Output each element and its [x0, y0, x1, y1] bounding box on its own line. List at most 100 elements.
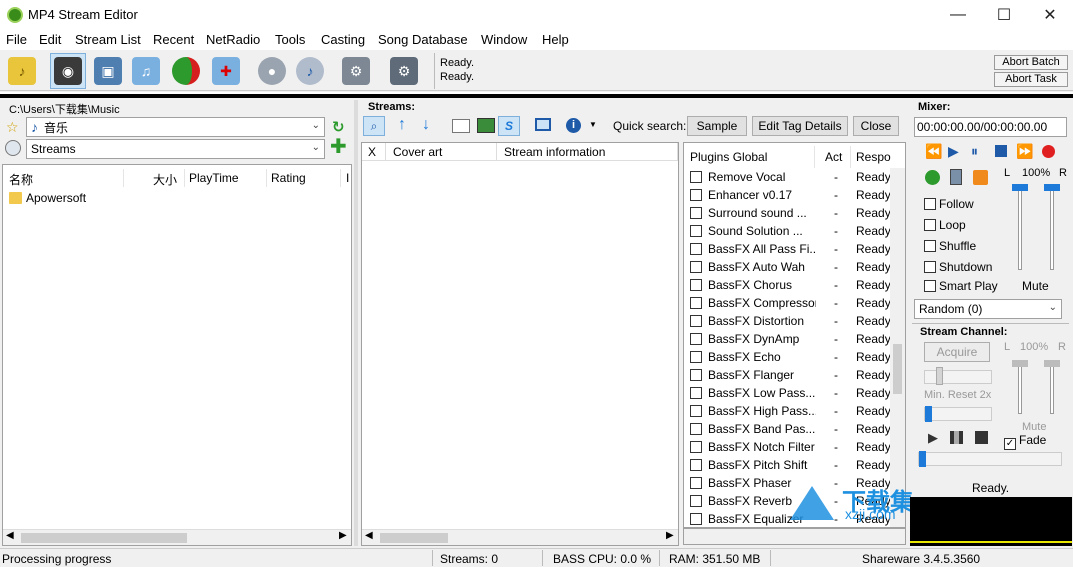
channel-progress-bar[interactable]	[918, 452, 1062, 466]
globe-icon[interactable]	[925, 170, 940, 185]
col-size[interactable]: 大小	[153, 171, 177, 188]
cd-music-button[interactable]: ♪	[292, 53, 328, 89]
scroll-left-icon[interactable]: ◀	[365, 530, 373, 541]
menu-stream-list[interactable]: Stream List	[75, 32, 141, 47]
plugin-checkbox[interactable]	[690, 261, 702, 273]
settings-button[interactable]: ⚙	[386, 53, 422, 89]
chart-button[interactable]	[168, 53, 204, 89]
channel-seek-thumb[interactable]	[925, 406, 932, 422]
abort-batch-button[interactable]: Abort Batch	[994, 55, 1068, 70]
sample-button[interactable]: Sample	[687, 116, 747, 136]
plugin-checkbox[interactable]	[690, 351, 702, 363]
menu-help[interactable]: Help	[542, 32, 569, 47]
image-icon[interactable]	[477, 118, 495, 133]
move-down-icon[interactable]: ↓	[422, 116, 430, 134]
pause-icon[interactable]: ⏸	[971, 143, 978, 160]
checkbox-box[interactable]	[924, 240, 936, 252]
plugin-row[interactable]: BassFX DynAmp - Ready	[684, 330, 890, 348]
mute-label[interactable]: Mute	[1022, 279, 1049, 293]
plugin-row[interactable]: BassFX All Pass Fi... - Ready	[684, 240, 890, 258]
menu-file[interactable]: File	[6, 32, 27, 47]
channel-slider-l-track[interactable]	[1018, 360, 1022, 414]
plugin-row[interactable]: BassFX Low Pass... - Ready	[684, 384, 890, 402]
plugin-checkbox[interactable]	[690, 279, 702, 291]
plugin-checkbox[interactable]	[690, 225, 702, 237]
col-x[interactable]: X	[362, 143, 386, 161]
fade-checkbox[interactable]: ✓ Fade	[1004, 433, 1046, 450]
speaker-button[interactable]: ◉	[50, 53, 86, 89]
plugin-row[interactable]: BassFX Flanger - Ready	[684, 366, 890, 384]
channel-slider-r-track[interactable]	[1050, 360, 1054, 414]
info-icon[interactable]: i	[566, 118, 581, 133]
channel-position-slider[interactable]	[924, 370, 992, 384]
col-act[interactable]: Act	[825, 150, 842, 164]
col-stream-information[interactable]: Stream information	[498, 143, 678, 161]
plugin-checkbox[interactable]	[690, 495, 702, 507]
channel-pause-icon[interactable]	[950, 431, 963, 444]
col-respo[interactable]: Respo	[856, 150, 891, 164]
channel-stop-icon[interactable]	[975, 431, 988, 444]
col-name[interactable]: 名称	[9, 171, 33, 188]
maximize-button[interactable]: ☐	[981, 0, 1027, 30]
music-docs-button[interactable]: ♫	[128, 53, 164, 89]
channel-progress-thumb[interactable]	[919, 451, 926, 467]
plugin-row[interactable]: BassFX Compressor - Ready	[684, 294, 890, 312]
plugin-row[interactable]: Sound Solution ... - Ready	[684, 222, 890, 240]
menu-window[interactable]: Window	[481, 32, 527, 47]
close-window-button[interactable]: ✕	[1027, 0, 1073, 30]
scheduler-button[interactable]: ⚙	[338, 53, 374, 89]
col-playtime[interactable]: PlayTime	[189, 171, 239, 185]
menu-casting[interactable]: Casting	[321, 32, 365, 47]
plugin-checkbox[interactable]	[690, 513, 702, 525]
volume-slider-l-track[interactable]	[1018, 184, 1022, 270]
plugin-row[interactable]: BassFX Notch Filter - Ready	[684, 438, 890, 456]
stream-s-button[interactable]: S	[498, 116, 520, 136]
checkbox-box[interactable]	[924, 280, 936, 292]
move-up-icon[interactable]: ↑	[398, 116, 406, 134]
rss-icon[interactable]	[973, 170, 988, 185]
disc-button[interactable]: ●	[254, 53, 290, 89]
delete-docs-button[interactable]: ✚	[208, 53, 244, 89]
channel-slider-r-thumb[interactable]	[1044, 360, 1060, 367]
menu-recent[interactable]: Recent	[153, 32, 194, 47]
channel-play-icon[interactable]: ▶	[928, 430, 938, 446]
plugin-row[interactable]: BassFX Chorus - Ready	[684, 276, 890, 294]
close-button[interactable]: Close	[853, 116, 899, 136]
checkbox-box-checked[interactable]: ✓	[1004, 438, 1016, 450]
shutdown-checkbox[interactable]: Shutdown	[924, 260, 992, 274]
plugin-checkbox[interactable]	[690, 207, 702, 219]
abort-task-button[interactable]: Abort Task	[994, 72, 1068, 87]
shuffle-checkbox[interactable]: Shuffle	[924, 239, 976, 253]
plugin-checkbox[interactable]	[690, 369, 702, 381]
scroll-left-icon[interactable]: ◀	[6, 530, 14, 541]
search-tool-button[interactable]: ⌕	[363, 116, 385, 136]
scroll-right-icon[interactable]: ▶	[666, 530, 674, 541]
channel-seek-slider[interactable]	[924, 407, 992, 421]
panel-splitter[interactable]	[354, 100, 358, 546]
stop-icon[interactable]	[995, 145, 1007, 157]
follow-checkbox[interactable]: Follow	[924, 197, 974, 211]
col-rating[interactable]: Rating	[271, 171, 306, 185]
plugin-checkbox[interactable]	[690, 405, 702, 417]
menu-song-database[interactable]: Song Database	[378, 32, 468, 47]
plugin-checkbox[interactable]	[690, 459, 702, 471]
smart-play-checkbox[interactable]: Smart Play	[924, 279, 998, 293]
add-icon[interactable]: ✚	[330, 137, 347, 157]
plugin-checkbox[interactable]	[690, 441, 702, 453]
plugin-checkbox[interactable]	[690, 333, 702, 345]
streams-h-scrollbar[interactable]: ◀ ▶	[362, 529, 678, 545]
channel-position-thumb[interactable]	[936, 367, 943, 385]
channel-slider-l-thumb[interactable]	[1012, 360, 1028, 367]
minimize-button[interactable]: —	[935, 0, 981, 30]
list-view-icon[interactable]	[452, 119, 470, 133]
scroll-right-icon[interactable]: ▶	[339, 530, 347, 541]
plugin-checkbox[interactable]	[690, 171, 702, 183]
col-cover-art[interactable]: Cover art	[387, 143, 497, 161]
folder-select[interactable]: ♪ 音乐 ⌄	[26, 117, 325, 137]
plugin-checkbox[interactable]	[690, 387, 702, 399]
acquire-button[interactable]: Acquire	[924, 342, 990, 362]
plugin-row[interactable]: BassFX Echo - Ready	[684, 348, 890, 366]
plugin-row[interactable]: Remove Vocal - Ready	[684, 168, 890, 186]
plugin-row[interactable]: BassFX Pitch Shift - Ready	[684, 456, 890, 474]
volume-slider-r-track[interactable]	[1050, 184, 1054, 270]
